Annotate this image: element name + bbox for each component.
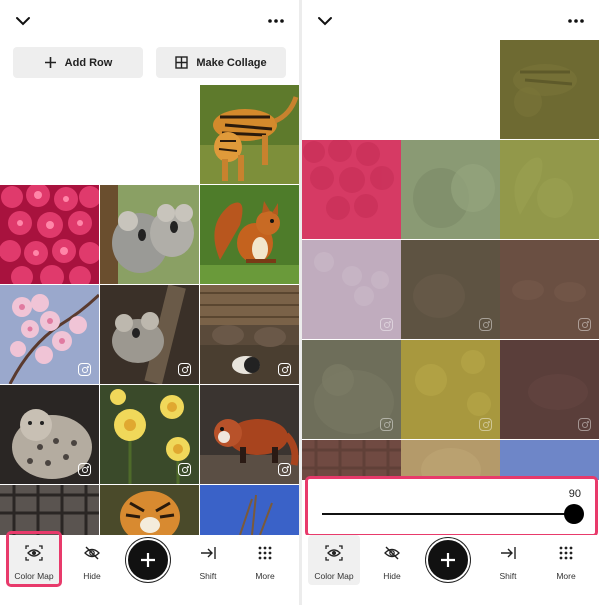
hide-label: Hide [383, 571, 401, 581]
color-tile-cage[interactable] [302, 440, 401, 480]
grid-dots-icon [256, 545, 274, 561]
instagram-icon [479, 318, 492, 331]
color-tile-plant-sky[interactable] [500, 440, 599, 480]
more-tool[interactable]: More [540, 535, 592, 585]
photo-tiger-walking[interactable] [200, 85, 299, 184]
more-label: More [255, 571, 275, 581]
right-panel: 90 Color Map Hide Shift More [302, 0, 600, 605]
instagram-icon [578, 318, 591, 331]
hide-tool[interactable]: Hide [66, 535, 118, 585]
color-map-tool[interactable]: Color Map [8, 535, 60, 585]
plus-icon [141, 553, 155, 567]
color-map-label: Color Map [14, 571, 54, 581]
color-map-label: Color Map [314, 571, 354, 581]
instagram-icon [278, 363, 291, 376]
grid-dots-icon [557, 545, 575, 561]
bottom-toolbar: Color Map Hide Shift More [302, 535, 600, 605]
intensity-slider-panel: 90 [308, 479, 597, 534]
photo-koalas[interactable] [100, 185, 199, 284]
slider-track[interactable] [322, 513, 574, 515]
hide-label: Hide [83, 571, 101, 581]
instagram-icon [479, 418, 492, 431]
instagram-icon [380, 318, 393, 331]
color-tile-squirrel[interactable] [500, 140, 599, 239]
photo-pink-flowers[interactable] [0, 185, 99, 284]
color-tile-snow-leopard[interactable] [302, 340, 401, 439]
shift-tool[interactable]: Shift [182, 535, 234, 585]
eye-slash-icon [83, 545, 101, 561]
shift-label: Shift [499, 571, 517, 581]
add-button[interactable] [126, 538, 170, 582]
photo-cherry-blossom[interactable] [0, 285, 99, 384]
instagram-icon [178, 463, 191, 476]
instagram-icon [78, 463, 91, 476]
photo-grid [0, 0, 299, 535]
photo-red-squirrel[interactable] [200, 185, 299, 284]
instagram-icon [178, 363, 191, 376]
color-tile-blossom[interactable] [302, 240, 401, 339]
hide-tool[interactable]: Hide [366, 535, 418, 585]
photo-tiger-face[interactable] [100, 485, 199, 535]
photo-daffodils[interactable] [100, 385, 199, 484]
slider-value: 90 [568, 488, 581, 500]
photo-rodents[interactable] [200, 285, 299, 384]
app-root: Add Row Make Collage Color Map Hide Shif… [0, 0, 600, 605]
color-tile-tiger[interactable] [500, 40, 599, 139]
photo-snow-leopard[interactable] [0, 385, 99, 484]
photo-cage[interactable] [0, 485, 99, 535]
color-map-tool[interactable]: Color Map [308, 535, 360, 585]
photo-koala-sleeping[interactable] [100, 285, 199, 384]
instagram-icon [380, 418, 393, 431]
color-tile-rodents[interactable] [500, 240, 599, 339]
color-tile-red-panda[interactable] [500, 340, 599, 439]
more-label: More [556, 571, 576, 581]
color-tile-flowers[interactable] [302, 140, 401, 239]
color-tile-koala-sleeping[interactable] [401, 240, 500, 339]
arrow-right-to-line-icon [199, 545, 217, 561]
bottom-toolbar: Color Map Hide Shift More [0, 535, 299, 605]
instagram-icon [278, 463, 291, 476]
eye-slash-icon [383, 545, 401, 561]
eye-scan-icon [25, 545, 43, 561]
slider-thumb[interactable] [564, 504, 584, 524]
photo-red-panda[interactable] [200, 385, 299, 484]
add-button[interactable] [426, 538, 470, 582]
instagram-icon [78, 363, 91, 376]
photo-plant-sky[interactable] [200, 485, 299, 535]
color-map-grid [302, 0, 600, 535]
shift-label: Shift [199, 571, 217, 581]
arrow-right-to-line-icon [499, 545, 517, 561]
plus-icon [441, 553, 455, 567]
more-tool[interactable]: More [239, 535, 291, 585]
instagram-icon [578, 418, 591, 431]
shift-tool[interactable]: Shift [482, 535, 534, 585]
color-tile-tiger-face[interactable] [401, 440, 500, 480]
left-panel: Add Row Make Collage Color Map Hide Shif… [0, 0, 299, 605]
color-tile-koalas[interactable] [401, 140, 500, 239]
color-tile-daffodils[interactable] [401, 340, 500, 439]
eye-scan-icon [325, 545, 343, 561]
